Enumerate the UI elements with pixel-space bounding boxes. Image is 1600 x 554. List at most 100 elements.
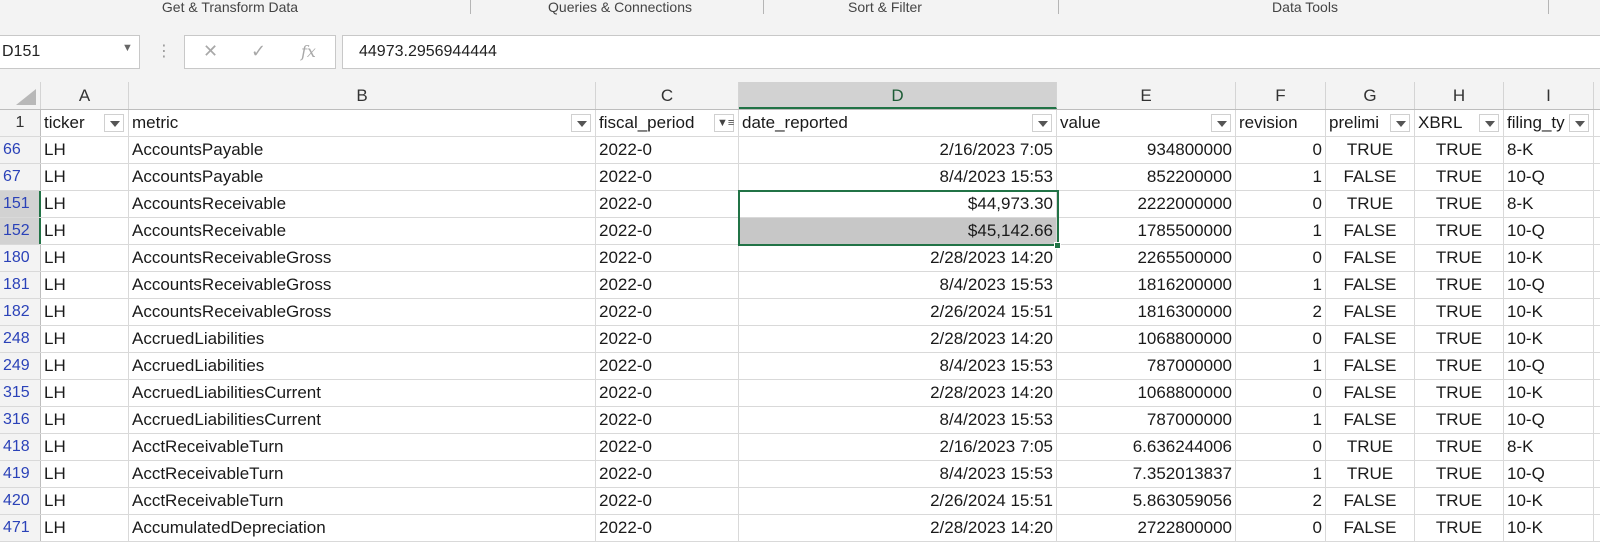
cell-revision[interactable]: 0	[1236, 326, 1326, 352]
header-cell-ticker[interactable]: ticker	[41, 110, 129, 136]
drag-handle-icon[interactable]: ⋮	[156, 41, 172, 61]
cell-metric[interactable]: AccruedLiabilitiesCurrent	[129, 407, 596, 433]
cell-xbrl[interactable]: TRUE	[1415, 137, 1504, 163]
cell-xbrl[interactable]: TRUE	[1415, 299, 1504, 325]
cell-xbrl[interactable]: TRUE	[1415, 380, 1504, 406]
row-number[interactable]: 315	[0, 380, 41, 406]
cell-value[interactable]: 2222000000	[1057, 191, 1236, 217]
cell-date-reported[interactable]: 2/16/2023 7:05	[739, 137, 1057, 163]
cell-filing-type[interactable]: 10-Q	[1504, 272, 1594, 298]
column-header-a[interactable]: A	[41, 82, 129, 109]
header-cell-revision[interactable]: revision	[1236, 110, 1326, 136]
cell-filing-type[interactable]: 10-K	[1504, 515, 1594, 541]
cell-preliminary[interactable]: TRUE	[1326, 461, 1415, 487]
cell-ticker[interactable]: LH	[41, 218, 129, 244]
cell-preliminary[interactable]: FALSE	[1326, 353, 1415, 379]
header-cell-filing-type[interactable]: filing_ty	[1504, 110, 1594, 136]
cell-filing-type[interactable]: 10-K	[1504, 299, 1594, 325]
cell-fiscal-period[interactable]: 2022-0	[596, 353, 739, 379]
cell-metric[interactable]: AccountsPayable	[129, 137, 596, 163]
filter-dropdown-button[interactable]	[1032, 114, 1052, 132]
cell-value[interactable]: 787000000	[1057, 407, 1236, 433]
cell-xbrl[interactable]: TRUE	[1415, 353, 1504, 379]
filter-dropdown-button[interactable]	[1569, 114, 1589, 132]
cell-value[interactable]: 787000000	[1057, 353, 1236, 379]
cell-date-reported[interactable]: 2/28/2023 14:20	[739, 245, 1057, 271]
cell-date-reported[interactable]: 2/28/2023 14:20	[739, 326, 1057, 352]
cell-value[interactable]: 6.636244006	[1057, 434, 1236, 460]
header-cell-fiscal-period[interactable]: fiscal_period ▼≡	[596, 110, 739, 136]
cell-date-reported[interactable]: 8/4/2023 15:53	[739, 407, 1057, 433]
cell-xbrl[interactable]: TRUE	[1415, 164, 1504, 190]
row-number[interactable]: 182	[0, 299, 41, 325]
cell-date-reported[interactable]: 8/4/2023 15:53	[739, 353, 1057, 379]
cell-revision[interactable]: 2	[1236, 488, 1326, 514]
cancel-icon[interactable]: ✕	[203, 41, 218, 62]
cell-revision[interactable]: 0	[1236, 245, 1326, 271]
row-number[interactable]: 471	[0, 515, 41, 541]
cell-revision[interactable]: 0	[1236, 515, 1326, 541]
cell-xbrl[interactable]: TRUE	[1415, 218, 1504, 244]
cell-value[interactable]: 934800000	[1057, 137, 1236, 163]
row-number[interactable]: 181	[0, 272, 41, 298]
column-header-g[interactable]: G	[1326, 82, 1415, 109]
cell-ticker[interactable]: LH	[41, 461, 129, 487]
cell-date-reported[interactable]: 8/4/2023 15:53	[739, 164, 1057, 190]
cell-value[interactable]: 5.863059056	[1057, 488, 1236, 514]
cell-ticker[interactable]: LH	[41, 164, 129, 190]
row-number[interactable]: 419	[0, 461, 41, 487]
cell-value[interactable]: 7.352013837	[1057, 461, 1236, 487]
cell-preliminary[interactable]: FALSE	[1326, 164, 1415, 190]
cell-revision[interactable]: 0	[1236, 380, 1326, 406]
cell-fiscal-period[interactable]: 2022-0	[596, 218, 739, 244]
cell-filing-type[interactable]: 10-K	[1504, 488, 1594, 514]
cell-ticker[interactable]: LH	[41, 407, 129, 433]
cell-metric[interactable]: AcctReceivableTurn	[129, 461, 596, 487]
cell-preliminary[interactable]: FALSE	[1326, 218, 1415, 244]
cell-metric[interactable]: AcctReceivableTurn	[129, 488, 596, 514]
cell-preliminary[interactable]: FALSE	[1326, 326, 1415, 352]
filter-dropdown-button[interactable]	[1390, 114, 1410, 132]
filter-dropdown-button[interactable]	[1479, 114, 1499, 132]
cell-ticker[interactable]: LH	[41, 137, 129, 163]
cell-filing-type[interactable]: 10-Q	[1504, 218, 1594, 244]
cell-revision[interactable]: 1	[1236, 407, 1326, 433]
cell-ticker[interactable]: LH	[41, 488, 129, 514]
cell-date-reported[interactable]: 2/28/2023 14:20	[739, 380, 1057, 406]
cell-fiscal-period[interactable]: 2022-0	[596, 245, 739, 271]
header-cell-metric[interactable]: metric	[129, 110, 596, 136]
cell-metric[interactable]: AccountsReceivableGross	[129, 272, 596, 298]
cell-xbrl[interactable]: TRUE	[1415, 461, 1504, 487]
column-header-c[interactable]: C	[596, 82, 739, 109]
cell-revision[interactable]: 2	[1236, 299, 1326, 325]
cell-metric[interactable]: AccountsReceivable	[129, 191, 596, 217]
cell-fiscal-period[interactable]: 2022-0	[596, 515, 739, 541]
cell-date-reported[interactable]: 2/28/2023 14:20	[739, 515, 1057, 541]
cell-metric[interactable]: AccountsReceivableGross	[129, 245, 596, 271]
cell-ticker[interactable]: LH	[41, 299, 129, 325]
row-number[interactable]: 249	[0, 353, 41, 379]
cell-ticker[interactable]: LH	[41, 380, 129, 406]
column-header-h[interactable]: H	[1415, 82, 1504, 109]
cell-revision[interactable]: 1	[1236, 164, 1326, 190]
cell-revision[interactable]: 1	[1236, 461, 1326, 487]
cell-ticker[interactable]: LH	[41, 434, 129, 460]
cell-date-reported[interactable]: $45,142.66	[739, 218, 1057, 244]
cell-preliminary[interactable]: FALSE	[1326, 515, 1415, 541]
cell-ticker[interactable]: LH	[41, 245, 129, 271]
cell-revision[interactable]: 1	[1236, 272, 1326, 298]
cell-xbrl[interactable]: TRUE	[1415, 515, 1504, 541]
cell-revision[interactable]: 0	[1236, 137, 1326, 163]
cell-revision[interactable]: 1	[1236, 353, 1326, 379]
cell-date-reported[interactable]: $44,973.30	[739, 191, 1057, 217]
cell-filing-type[interactable]: 10-K	[1504, 245, 1594, 271]
cell-preliminary[interactable]: FALSE	[1326, 272, 1415, 298]
cell-filing-type[interactable]: 10-Q	[1504, 353, 1594, 379]
cell-value[interactable]: 1816300000	[1057, 299, 1236, 325]
formula-input-value[interactable]: 44973.2956944444	[359, 43, 497, 61]
chevron-down-icon[interactable]: ▼	[122, 42, 133, 54]
name-box-value[interactable]: D151	[2, 43, 40, 61]
cell-metric[interactable]: AcctReceivableTurn	[129, 434, 596, 460]
header-cell-preliminary[interactable]: prelimi	[1326, 110, 1415, 136]
cell-preliminary[interactable]: FALSE	[1326, 488, 1415, 514]
